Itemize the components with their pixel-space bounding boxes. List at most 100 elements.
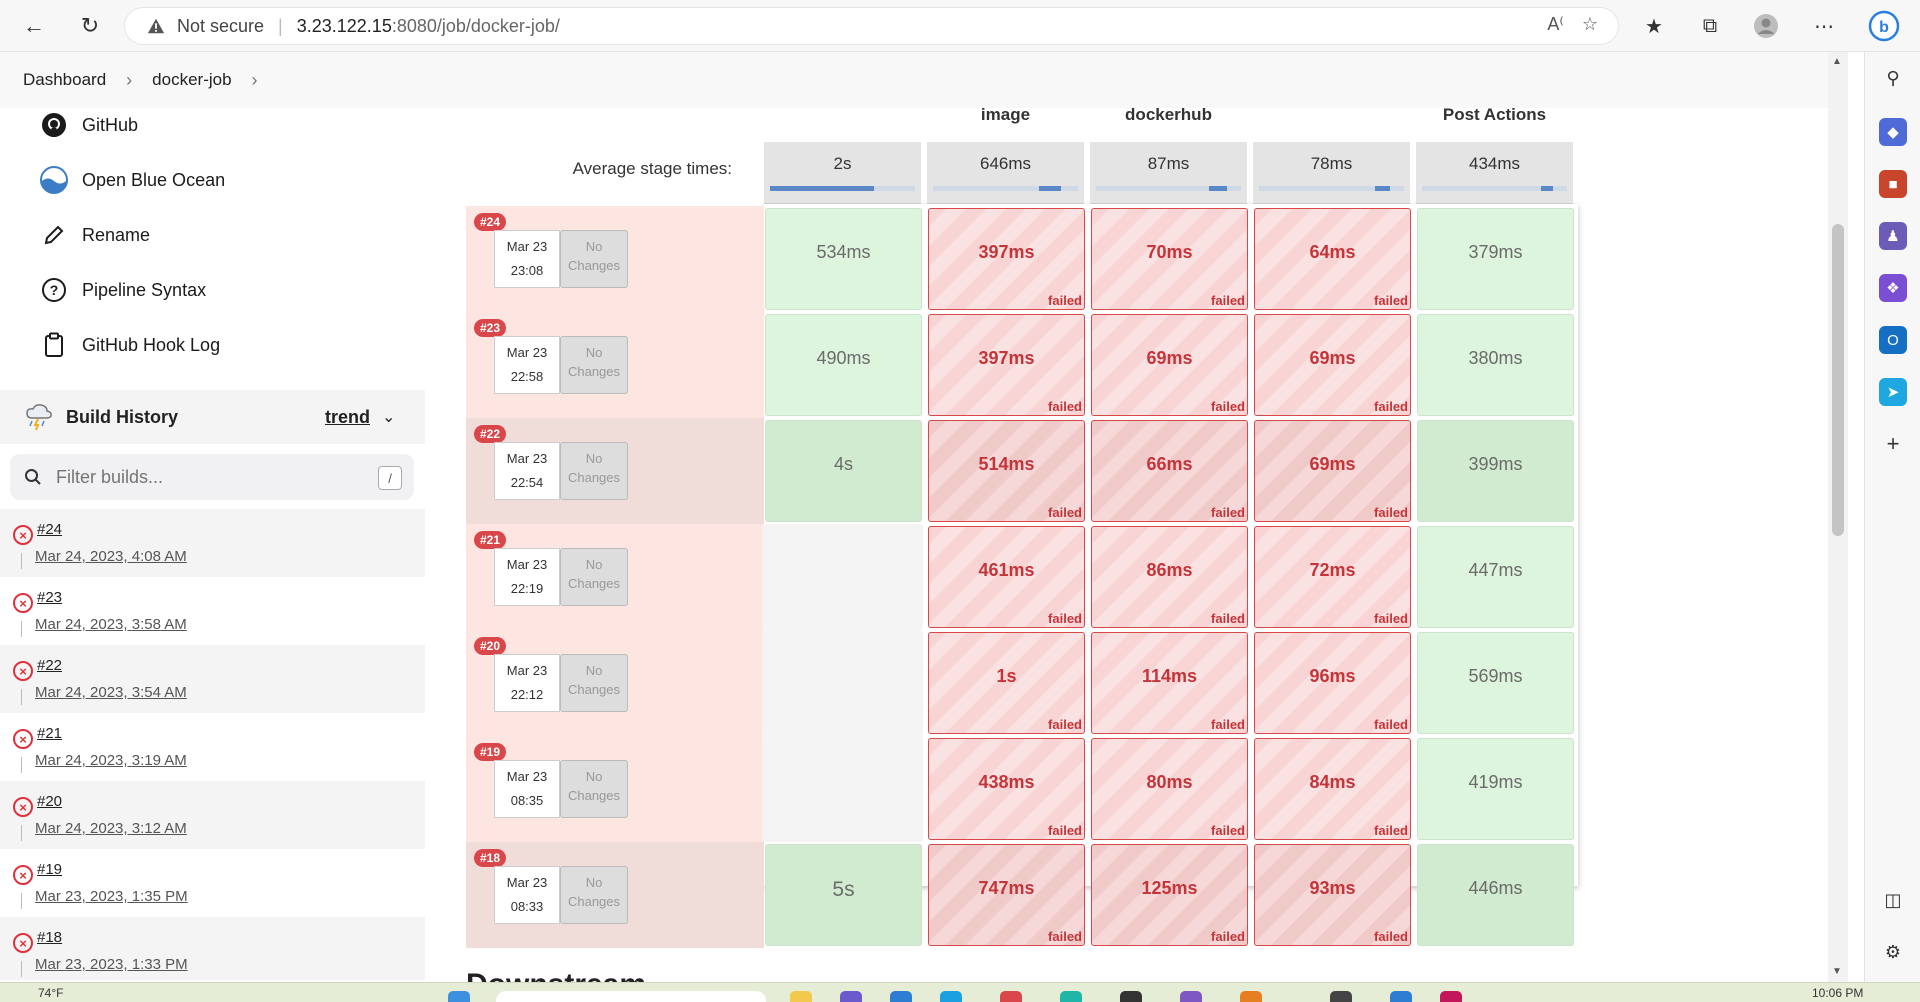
run-badge[interactable]: #22 [474, 425, 507, 443]
refresh-icon[interactable]: ↻ [72, 8, 108, 44]
read-aloud-icon[interactable]: A⁽ [1547, 14, 1563, 35]
run-badge[interactable]: #23 [474, 319, 507, 337]
page-scrollbar[interactable]: ▲ ▼ [1828, 52, 1848, 982]
stage-result-cell[interactable]: 397ms failed [928, 314, 1085, 416]
build-history-row[interactable]: × #24 Mar 24, 2023, 4:08 AM [0, 509, 425, 577]
no-changes-box[interactable]: No Changes [560, 548, 628, 606]
stage-result-cell[interactable]: 490ms [765, 314, 922, 416]
pipeline-run-row[interactable]: #23 Mar 23 22:58 No Changes [466, 312, 764, 418]
build-history-row[interactable]: × #18 Mar 23, 2023, 1:33 PM [0, 917, 425, 980]
build-date-link[interactable]: Mar 24, 2023, 4:08 AM [35, 548, 187, 565]
task-pipeline-syntax[interactable]: ? Pipeline Syntax [40, 273, 206, 307]
shopping-tag-icon[interactable]: ◆ [1879, 118, 1907, 146]
task-open-blue-ocean[interactable]: Open Blue Ocean [40, 163, 225, 197]
filter-builds-input[interactable] [56, 466, 356, 488]
build-number-link[interactable]: #23 [37, 589, 62, 606]
run-badge[interactable]: #19 [474, 743, 507, 761]
file-explorer-icon[interactable] [790, 991, 812, 1002]
pipeline-run-row[interactable]: #19 Mar 23 08:35 No Changes [466, 736, 764, 842]
stage-result-cell[interactable]: 438ms failed [928, 738, 1085, 840]
stage-result-cell[interactable] [762, 630, 923, 736]
outlook-icon[interactable]: O [1879, 326, 1907, 354]
build-history-row[interactable]: × #20 Mar 24, 2023, 3:12 AM [0, 781, 425, 849]
stage-result-cell[interactable]: 84ms failed [1254, 738, 1411, 840]
more-options-icon[interactable]: ⋯ [1806, 8, 1842, 44]
office-icon[interactable]: ❖ [1879, 274, 1907, 302]
stage-result-cell[interactable]: 461ms failed [928, 526, 1085, 628]
stage-result-cell[interactable]: 86ms failed [1091, 526, 1248, 628]
app-icon[interactable] [1000, 991, 1022, 1002]
stage-result-cell[interactable]: 419ms [1417, 738, 1574, 840]
stage-result-cell[interactable]: 72ms failed [1254, 526, 1411, 628]
send-icon[interactable]: ➤ [1879, 378, 1907, 406]
stage-result-cell[interactable]: 397ms failed [928, 208, 1085, 310]
address-bar[interactable]: Not secure | 3.23.122.15 :8080/job/docke… [124, 7, 1619, 45]
app-icon[interactable] [1060, 991, 1082, 1002]
build-number-link[interactable]: #19 [37, 861, 62, 878]
stage-result-cell[interactable]: 446ms [1417, 844, 1574, 946]
favorites-icon[interactable]: ★ [1636, 8, 1672, 44]
weather-widget[interactable]: 74°F [38, 986, 63, 1000]
no-changes-box[interactable]: No Changes [560, 654, 628, 712]
profile-icon[interactable] [1748, 8, 1784, 44]
run-badge[interactable]: #18 [474, 849, 507, 867]
tools-icon[interactable]: ■ [1879, 170, 1907, 198]
chevron-right-icon[interactable]: › [252, 70, 258, 91]
breadcrumb-dashboard[interactable]: Dashboard [23, 70, 106, 90]
build-history-row[interactable]: × #19 Mar 23, 2023, 1:35 PM [0, 849, 425, 917]
stage-result-cell[interactable]: 69ms failed [1254, 420, 1411, 522]
scroll-down-icon[interactable]: ▼ [1832, 966, 1842, 977]
pipeline-run-row[interactable]: #20 Mar 23 22:12 No Changes [466, 630, 764, 736]
build-date-link[interactable]: Mar 23, 2023, 1:35 PM [35, 888, 188, 905]
stage-result-cell[interactable]: 399ms [1417, 420, 1574, 522]
build-history-row[interactable]: × #22 Mar 24, 2023, 3:54 AM [0, 645, 425, 713]
stage-result-cell[interactable]: 380ms [1417, 314, 1574, 416]
build-date-link[interactable]: Mar 23, 2023, 1:33 PM [35, 956, 188, 973]
search-icon[interactable]: ⚲ [1879, 64, 1907, 92]
app-icon[interactable] [1440, 991, 1462, 1002]
stage-result-cell[interactable]: 514ms failed [928, 420, 1085, 522]
start-icon[interactable] [448, 991, 470, 1002]
no-changes-box[interactable]: No Changes [560, 442, 628, 500]
stage-result-cell[interactable]: 569ms [1417, 632, 1574, 734]
pipeline-run-row[interactable]: #21 Mar 23 22:19 No Changes [466, 524, 764, 630]
pipeline-run-row[interactable]: #18 Mar 23 08:33 No Changes [466, 842, 764, 948]
app-icon[interactable] [1390, 991, 1412, 1002]
build-date-link[interactable]: Mar 24, 2023, 3:58 AM [35, 616, 187, 633]
breadcrumb-docker-job[interactable]: docker-job [152, 70, 231, 90]
stage-result-cell[interactable]: 747ms failed [928, 844, 1085, 946]
stage-result-cell[interactable]: 66ms failed [1091, 420, 1248, 522]
no-changes-box[interactable]: No Changes [560, 866, 628, 924]
pipeline-run-row[interactable]: #24 Mar 23 23:08 No Changes [466, 206, 764, 312]
stage-result-cell[interactable]: 379ms [1417, 208, 1574, 310]
stage-result-cell[interactable]: 80ms failed [1091, 738, 1248, 840]
stage-result-cell[interactable]: 69ms failed [1091, 314, 1248, 416]
stage-result-cell[interactable]: 114ms failed [1091, 632, 1248, 734]
stage-result-cell[interactable]: 70ms failed [1091, 208, 1248, 310]
stage-result-cell[interactable]: 1s failed [928, 632, 1085, 734]
scroll-up-icon[interactable]: ▲ [1832, 56, 1842, 67]
task-rename[interactable]: Rename [40, 218, 150, 252]
edge-icon[interactable] [940, 991, 962, 1002]
build-history-row[interactable]: × #21 Mar 24, 2023, 3:19 AM [0, 713, 425, 781]
no-changes-box[interactable]: No Changes [560, 760, 628, 818]
task-github-hook-log[interactable]: GitHub Hook Log [40, 328, 220, 362]
trend-link[interactable]: trend [325, 407, 370, 428]
build-number-link[interactable]: #18 [37, 929, 62, 946]
back-icon[interactable]: ← [16, 8, 52, 44]
no-changes-box[interactable]: No Changes [560, 230, 628, 288]
scrollbar-thumb[interactable] [1832, 224, 1844, 536]
no-changes-box[interactable]: No Changes [560, 336, 628, 394]
app-icon[interactable] [1240, 991, 1262, 1002]
stage-result-cell[interactable]: 447ms [1417, 526, 1574, 628]
build-date-link[interactable]: Mar 24, 2023, 3:54 AM [35, 684, 187, 701]
stage-result-cell[interactable]: 125ms failed [1091, 844, 1248, 946]
filter-builds[interactable]: / [10, 454, 414, 500]
stage-result-cell[interactable]: 4s [765, 420, 922, 522]
taskbar-search[interactable] [496, 991, 766, 1002]
stage-result-cell[interactable]: 96ms failed [1254, 632, 1411, 734]
settings-gear-icon[interactable]: ⚙ [1879, 938, 1907, 966]
stage-result-cell[interactable]: 5s [765, 844, 922, 946]
build-number-link[interactable]: #22 [37, 657, 62, 674]
stage-result-cell[interactable]: 93ms failed [1254, 844, 1411, 946]
